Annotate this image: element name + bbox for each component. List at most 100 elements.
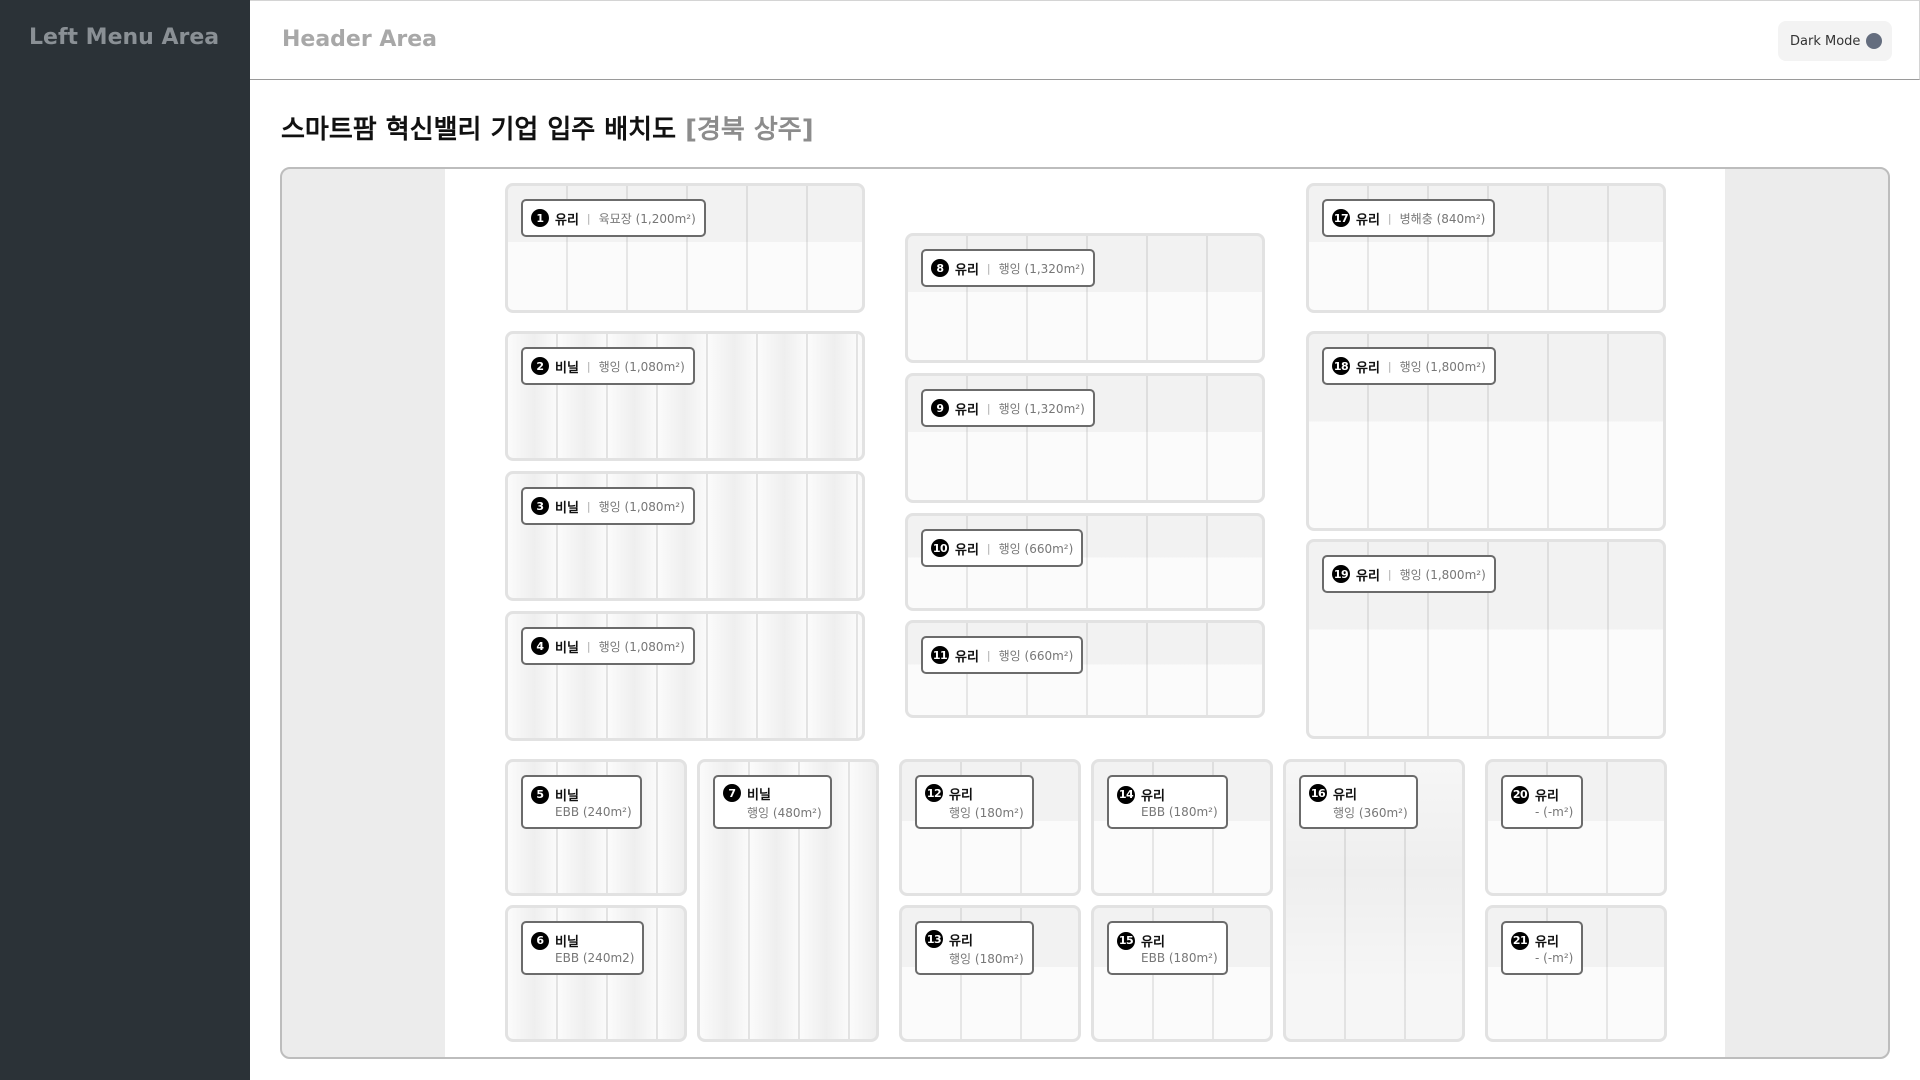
- greenhouse-1[interactable]: 1 유리 | 육묘장 (1,200m²): [505, 183, 865, 313]
- greenhouse-13[interactable]: 13 유리 행잉 (180m²): [899, 905, 1081, 1042]
- greenhouse-2[interactable]: 2 비닐 | 행잉 (1,080m²): [505, 331, 865, 461]
- number-badge-icon: 21: [1511, 931, 1529, 950]
- label-separator: |: [586, 211, 591, 225]
- greenhouse-desc: 병해충 (840m²): [1399, 211, 1486, 226]
- greenhouse-label[interactable]: 4 비닐 | 행잉 (1,080m²): [521, 627, 695, 665]
- greenhouse-label[interactable]: 16 유리 행잉 (360m²): [1299, 775, 1418, 829]
- number-badge-icon: 12: [925, 784, 943, 802]
- greenhouse-label[interactable]: 12 유리 행잉 (180m²): [915, 775, 1034, 829]
- greenhouse-desc: 행잉 (480m²): [747, 805, 822, 820]
- greenhouse-type: 유리: [1356, 212, 1380, 228]
- greenhouse-type: 유리: [1535, 935, 1559, 950]
- greenhouse-type: 비닐: [555, 640, 579, 656]
- greenhouse-label[interactable]: 7 비닐 행잉 (480m²): [713, 775, 832, 829]
- greenhouse-16[interactable]: 16 유리 행잉 (360m²): [1283, 759, 1465, 1042]
- greenhouse-desc: 육묘장 (1,200m²): [598, 211, 696, 226]
- greenhouse-label[interactable]: 18 유리 | 행잉 (1,800m²): [1322, 347, 1496, 385]
- number-badge-icon: 6: [531, 931, 549, 950]
- greenhouse-9[interactable]: 9 유리 | 행잉 (1,320m²): [905, 373, 1265, 503]
- greenhouse-desc: - (-m²): [1535, 951, 1574, 965]
- greenhouse-desc: 행잉 (660m²): [998, 648, 1074, 663]
- greenhouse-label[interactable]: 1 유리 | 육묘장 (1,200m²): [521, 199, 706, 237]
- greenhouse-desc: 행잉 (180m²): [949, 805, 1024, 820]
- greenhouse-desc: 행잉 (1,080m²): [598, 639, 685, 654]
- greenhouse-20[interactable]: 20 유리 - (-m²): [1485, 759, 1667, 896]
- number-badge-icon: 1: [531, 209, 549, 227]
- greenhouse-6[interactable]: 6 비닐 EBB (240m2): [505, 905, 687, 1042]
- greenhouse-3[interactable]: 3 비닐 | 행잉 (1,080m²): [505, 471, 865, 601]
- greenhouse-type: 유리: [555, 212, 579, 228]
- greenhouse-19[interactable]: 19 유리 | 행잉 (1,800m²): [1306, 539, 1666, 739]
- greenhouse-label[interactable]: 19 유리 | 행잉 (1,800m²): [1322, 555, 1496, 593]
- greenhouse-18[interactable]: 18 유리 | 행잉 (1,800m²): [1306, 331, 1666, 531]
- greenhouse-type: 비닐: [747, 787, 771, 803]
- greenhouse-desc: EBB (240m²): [555, 805, 632, 819]
- greenhouse-12[interactable]: 12 유리 행잉 (180m²): [899, 759, 1081, 896]
- greenhouse-15[interactable]: 15 유리 EBB (180m²): [1091, 905, 1273, 1042]
- dark-mode-label: Dark Mode: [1790, 33, 1861, 49]
- number-badge-icon: 9: [931, 399, 949, 417]
- greenhouse-14[interactable]: 14 유리 EBB (180m²): [1091, 759, 1273, 896]
- label-separator: |: [986, 541, 991, 555]
- greenhouse-label[interactable]: 13 유리 행잉 (180m²): [915, 921, 1034, 975]
- greenhouse-5[interactable]: 5 비닐 EBB (240m²): [505, 759, 687, 896]
- number-badge-icon: 17: [1332, 209, 1350, 227]
- greenhouse-label[interactable]: 5 비닐 EBB (240m²): [521, 775, 642, 829]
- greenhouse-11[interactable]: 11 유리 | 행잉 (660m²): [905, 620, 1265, 718]
- number-badge-icon: 20: [1511, 785, 1529, 804]
- dark-mode-toggle[interactable]: Dark Mode: [1778, 21, 1892, 61]
- greenhouse-type: 비닐: [555, 935, 579, 950]
- greenhouse-label[interactable]: 3 비닐 | 행잉 (1,080m²): [521, 487, 695, 525]
- greenhouse-desc: - (-m²): [1535, 805, 1574, 819]
- greenhouse-21[interactable]: 21 유리 - (-m²): [1485, 905, 1667, 1042]
- greenhouse-desc: 행잉 (180m²): [949, 951, 1024, 966]
- label-separator: |: [986, 401, 991, 415]
- greenhouse-type: 비닐: [555, 500, 579, 516]
- greenhouse-10[interactable]: 10 유리 | 행잉 (660m²): [905, 513, 1265, 611]
- left-menu: Left Menu Area: [0, 0, 250, 1080]
- greenhouse-17[interactable]: 17 유리 | 병해충 (840m²): [1306, 183, 1666, 313]
- greenhouse-label[interactable]: 2 비닐 | 행잉 (1,080m²): [521, 347, 695, 385]
- number-badge-icon: 14: [1117, 785, 1135, 804]
- greenhouse-8[interactable]: 8 유리 | 행잉 (1,320m²): [905, 233, 1265, 363]
- label-separator: |: [986, 261, 991, 275]
- greenhouse-type: 유리: [955, 542, 979, 558]
- greenhouse-label[interactable]: 21 유리 - (-m²): [1501, 921, 1584, 975]
- number-badge-icon: 13: [925, 930, 943, 948]
- number-badge-icon: 15: [1117, 931, 1135, 950]
- greenhouse-type: 유리: [1141, 935, 1165, 950]
- number-badge-icon: 16: [1309, 784, 1327, 802]
- label-separator: |: [986, 648, 991, 662]
- greenhouse-label[interactable]: 10 유리 | 행잉 (660m²): [921, 529, 1084, 567]
- greenhouse-label[interactable]: 20 유리 - (-m²): [1501, 775, 1584, 829]
- greenhouse-label[interactable]: 15 유리 EBB (180m²): [1107, 921, 1228, 975]
- greenhouse-label[interactable]: 9 유리 | 행잉 (1,320m²): [921, 389, 1095, 427]
- greenhouse-type: 유리: [1333, 787, 1357, 803]
- page-title-location: [경북 상주]: [685, 115, 814, 145]
- greenhouse-label[interactable]: 14 유리 EBB (180m²): [1107, 775, 1228, 829]
- greenhouse-type: 비닐: [555, 789, 579, 804]
- number-badge-icon: 10: [931, 539, 949, 557]
- greenhouse-type: 유리: [949, 933, 973, 949]
- greenhouse-type: 유리: [955, 262, 979, 278]
- greenhouse-label[interactable]: 8 유리 | 행잉 (1,320m²): [921, 249, 1095, 287]
- label-separator: |: [586, 639, 591, 653]
- page-title: 스마트팜 혁신밸리 기업 입주 배치도 [경북 상주]: [281, 109, 814, 146]
- number-badge-icon: 18: [1332, 357, 1350, 375]
- number-badge-icon: 3: [531, 497, 549, 515]
- greenhouse-desc: 행잉 (1,080m²): [598, 499, 685, 514]
- number-badge-icon: 8: [931, 259, 949, 277]
- greenhouse-4[interactable]: 4 비닐 | 행잉 (1,080m²): [505, 611, 865, 741]
- number-badge-icon: 4: [531, 637, 549, 655]
- number-badge-icon: 5: [531, 785, 549, 804]
- layout-map-frame: 1 유리 | 육묘장 (1,200m²) 2 비닐 | 행잉 (1,080m²)…: [280, 167, 1890, 1059]
- left-menu-title: Left Menu Area: [29, 25, 220, 50]
- greenhouse-label[interactable]: 6 비닐 EBB (240m2): [521, 921, 645, 975]
- greenhouse-7[interactable]: 7 비닐 행잉 (480m²): [697, 759, 879, 1042]
- greenhouse-type: 유리: [955, 402, 979, 418]
- greenhouse-desc: 행잉 (360m²): [1333, 805, 1408, 820]
- greenhouse-type: 유리: [955, 649, 979, 665]
- greenhouse-label[interactable]: 11 유리 | 행잉 (660m²): [921, 636, 1084, 674]
- greenhouse-label[interactable]: 17 유리 | 병해충 (840m²): [1322, 199, 1496, 237]
- label-separator: |: [1387, 359, 1392, 373]
